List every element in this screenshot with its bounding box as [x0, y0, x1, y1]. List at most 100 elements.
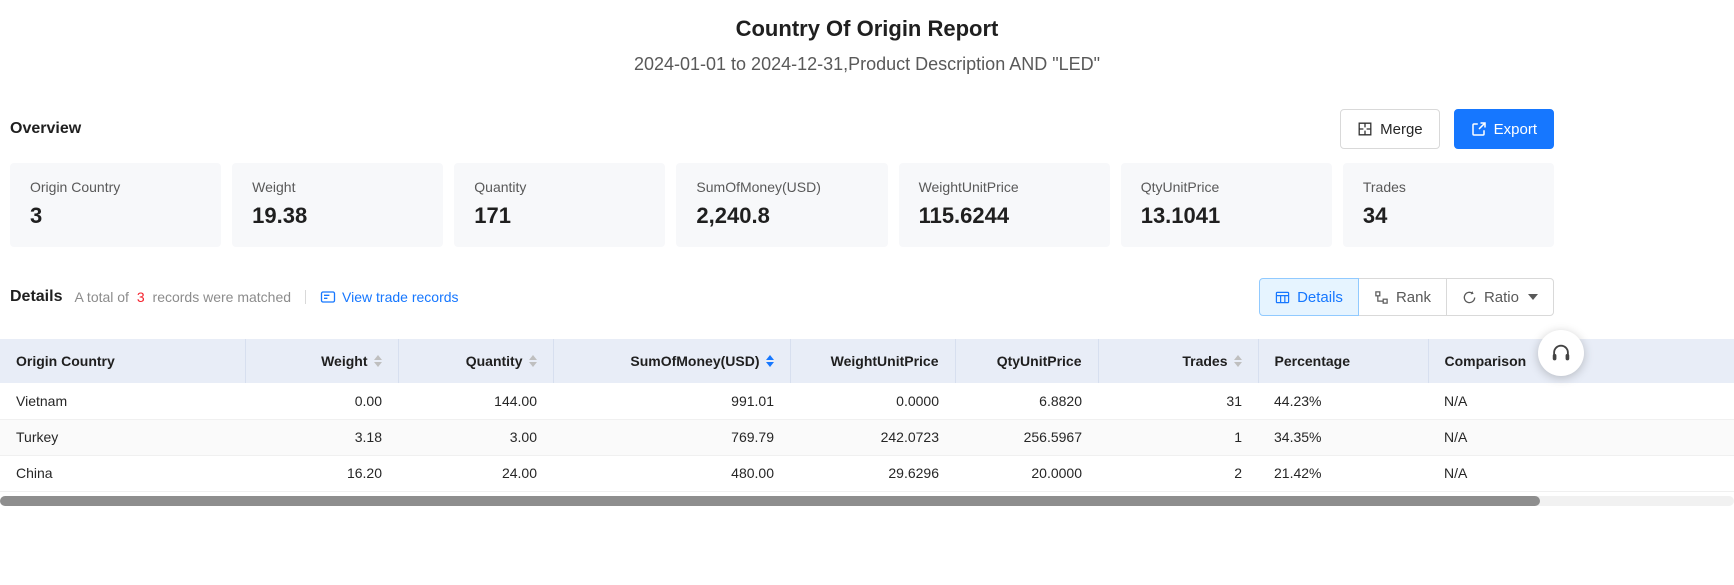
column-header-label: QtyUnitPrice: [997, 353, 1082, 369]
tab-details[interactable]: Details: [1259, 278, 1359, 316]
export-button-label: Export: [1494, 121, 1537, 138]
stat-card-label: Quantity: [474, 179, 645, 195]
table-cell: Turkey: [0, 419, 245, 455]
stat-card-value: 115.6244: [919, 203, 1090, 229]
table-cell: 20.0000: [955, 455, 1098, 491]
sort-icon[interactable]: [374, 355, 382, 367]
table-cell: Vietnam: [0, 383, 245, 419]
stat-card-label: Weight: [252, 179, 423, 195]
table-cell: 6.8820: [955, 383, 1098, 419]
column-header-quantity[interactable]: Quantity: [398, 339, 553, 383]
stat-card-label: Origin Country: [30, 179, 201, 195]
stat-card-value: 34: [1363, 203, 1534, 229]
stat-card-value: 3: [30, 203, 201, 229]
details-bar: Details A total of 3 records were matche…: [10, 277, 1554, 317]
stat-card-value: 13.1041: [1141, 203, 1312, 229]
table-row[interactable]: Turkey3.183.00769.79242.0723256.5967134.…: [0, 419, 1734, 455]
column-header-label: Trades: [1182, 353, 1227, 369]
column-header-label: Quantity: [466, 353, 523, 369]
column-header-weight[interactable]: Weight: [245, 339, 398, 383]
table-cell: 144.00: [398, 383, 553, 419]
table-cell: 3.00: [398, 419, 553, 455]
scrollbar-thumb[interactable]: [0, 496, 1540, 506]
table-cell: 44.23%: [1258, 383, 1428, 419]
view-trade-records-link[interactable]: View trade records: [320, 289, 458, 305]
rank-flow-icon: [1374, 290, 1389, 305]
sort-icon[interactable]: [766, 355, 774, 367]
column-header-label: Comparison: [1445, 353, 1527, 369]
table-cell: N/A: [1428, 419, 1734, 455]
sync-circle-icon: [1462, 290, 1477, 305]
export-button[interactable]: Export: [1454, 109, 1554, 149]
records-summary: A total of 3 records were matched: [74, 289, 291, 305]
table-cell: China: [0, 455, 245, 491]
table-row[interactable]: Vietnam0.00144.00991.010.00006.88203144.…: [0, 383, 1734, 419]
column-header-origin-country: Origin Country: [0, 339, 245, 383]
stat-card-value: 19.38: [252, 203, 423, 229]
stat-card-label: WeightUnitPrice: [919, 179, 1090, 195]
view-switch: Details Rank Ratio: [1259, 278, 1554, 316]
table-cell: 480.00: [553, 455, 790, 491]
table-cell: 991.01: [553, 383, 790, 419]
records-count: 3: [137, 289, 145, 305]
column-header-trades[interactable]: Trades: [1098, 339, 1258, 383]
details-section-title: Details: [10, 288, 62, 306]
report-title: Country Of Origin Report: [0, 0, 1734, 42]
merge-button[interactable]: Merge: [1340, 109, 1440, 149]
overview-bar: Overview Merge Export: [10, 109, 1554, 149]
overview-cards: Origin Country 3 Weight 19.38 Quantity 1…: [10, 163, 1554, 247]
tab-details-label: Details: [1297, 289, 1343, 306]
table-grid-icon: [1275, 290, 1290, 305]
column-header-sumofmoney-usd[interactable]: SumOfMoney(USD): [553, 339, 790, 383]
column-header-label: Origin Country: [16, 353, 115, 369]
details-table: Origin Country Weight Quantity SumOfMoney(U…: [0, 339, 1734, 492]
table-cell: 31: [1098, 383, 1258, 419]
column-header-label: SumOfMoney(USD): [630, 353, 759, 369]
table-row[interactable]: China16.2024.00480.0029.629620.0000221.4…: [0, 455, 1734, 491]
table-cell: 3.18: [245, 419, 398, 455]
stat-card-trades: Trades 34: [1343, 163, 1554, 247]
stat-card-weightunitprice: WeightUnitPrice 115.6244: [899, 163, 1110, 247]
page: Country Of Origin Report 2024-01-01 to 2…: [0, 0, 1734, 506]
table-cell: 16.20: [245, 455, 398, 491]
table-cell: 256.5967: [955, 419, 1098, 455]
headset-icon: [1550, 342, 1572, 364]
main-content: Overview Merge Export Origin Count: [10, 109, 1554, 317]
sort-icon[interactable]: [1234, 355, 1242, 367]
stat-card-value: 2,240.8: [696, 203, 867, 229]
table-cell: N/A: [1428, 383, 1734, 419]
column-header-weightunitprice: WeightUnitPrice: [790, 339, 955, 383]
stat-card-label: SumOfMoney(USD): [696, 179, 867, 195]
summary-suffix: records were matched: [153, 289, 292, 305]
stat-card-label: QtyUnitPrice: [1141, 179, 1312, 195]
overview-actions: Merge Export: [1340, 109, 1554, 149]
stat-card-label: Trades: [1363, 179, 1534, 195]
trade-record-icon: [320, 289, 336, 305]
stat-card-qtyunitprice: QtyUnitPrice 13.1041: [1121, 163, 1332, 247]
support-float-button[interactable]: [1538, 330, 1584, 376]
table-cell: 21.42%: [1258, 455, 1428, 491]
column-header-label: Weight: [321, 353, 367, 369]
table-cell: 0.0000: [790, 383, 955, 419]
table-cell: 1: [1098, 419, 1258, 455]
caret-down-icon: [1528, 294, 1538, 300]
stat-card-origin-country: Origin Country 3: [10, 163, 221, 247]
column-header-label: WeightUnitPrice: [831, 353, 939, 369]
vertical-divider: [305, 290, 306, 304]
table-cell: 0.00: [245, 383, 398, 419]
table-cell: 2: [1098, 455, 1258, 491]
view-trade-records-label: View trade records: [342, 289, 458, 305]
stat-card-sumofmoney: SumOfMoney(USD) 2,240.8: [676, 163, 887, 247]
overview-section-title: Overview: [10, 120, 81, 138]
table-cell: 34.35%: [1258, 419, 1428, 455]
tab-ratio[interactable]: Ratio: [1446, 278, 1554, 316]
sort-icon[interactable]: [529, 355, 537, 367]
table-cell: N/A: [1428, 455, 1734, 491]
horizontal-scrollbar[interactable]: [0, 496, 1734, 506]
merge-cells-icon: [1357, 121, 1373, 137]
summary-prefix: A total of: [74, 289, 128, 305]
tab-rank[interactable]: Rank: [1358, 278, 1447, 316]
table-cell: 242.0723: [790, 419, 955, 455]
table-cell: 29.6296: [790, 455, 955, 491]
stat-card-value: 171: [474, 203, 645, 229]
